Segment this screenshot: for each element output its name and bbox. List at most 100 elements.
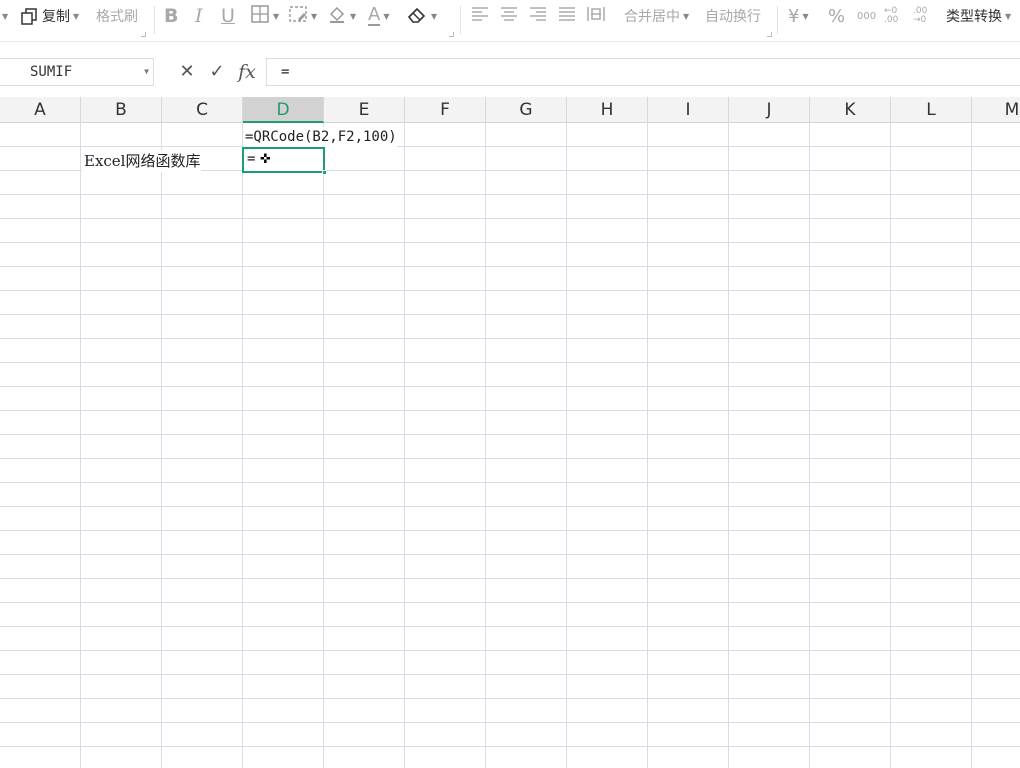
merge-center-label: 合并居中 (624, 9, 680, 25)
cell-style-button[interactable]: ▼ (288, 4, 317, 28)
percent-button[interactable]: % (828, 4, 845, 28)
copy-icon (20, 7, 38, 25)
cell-style-icon (288, 4, 308, 28)
chevron-down-icon: ▼ (383, 11, 390, 21)
borders-button[interactable]: ▼ (250, 4, 279, 28)
fx-icon: fx (238, 61, 256, 83)
name-box[interactable]: SUMIF ▼ (0, 58, 154, 86)
bold-label: B (164, 5, 179, 27)
column-header-label: L (926, 100, 936, 120)
dialog-launcher-icon[interactable] (141, 32, 146, 37)
column-header-label: I (685, 100, 691, 120)
chevron-down-icon: ▼ (2, 11, 9, 21)
formula-input-value: = (281, 64, 290, 80)
decrease-decimal-button[interactable]: .00 →0 (913, 4, 937, 28)
underline-label: U (221, 5, 235, 27)
currency-button[interactable]: ¥ ▼ (788, 4, 809, 28)
type-convert-button[interactable]: 类型转换 ▼ (946, 4, 1011, 28)
check-icon: ✓ (209, 61, 225, 82)
fill-color-button[interactable]: ▼ (327, 4, 356, 28)
column-header-label: E (358, 100, 370, 120)
italic-button[interactable]: I (195, 4, 203, 28)
column-header-label: K (844, 100, 856, 120)
percent-label: % (828, 5, 846, 27)
align-left-button[interactable] (470, 4, 490, 28)
wrap-text-label: 自动换行 (705, 9, 761, 25)
font-color-button[interactable]: A ▼ (368, 4, 389, 28)
underline-button[interactable]: U (221, 4, 235, 28)
column-header-label: F (440, 100, 450, 120)
cell-d1[interactable]: =QRCode(B2,F2,100) (244, 127, 397, 147)
dialog-launcher-icon[interactable] (767, 32, 772, 37)
column-header-label: G (519, 100, 533, 120)
chevron-down-icon: ▼ (1005, 11, 1012, 21)
justify-button[interactable] (557, 4, 577, 28)
cancel-button[interactable]: ✕ (176, 59, 198, 85)
cell-area[interactable] (0, 123, 1020, 768)
column-header-m[interactable]: M (972, 97, 1020, 123)
column-header-label: H (600, 100, 614, 120)
column-header-f[interactable]: F (405, 97, 486, 123)
chevron-down-icon: ▼ (802, 11, 809, 21)
wrap-text-button[interactable]: 自动换行 (705, 4, 761, 28)
chevron-down-icon: ▼ (350, 11, 357, 21)
column-header-i[interactable]: I (648, 97, 729, 123)
column-header-g[interactable]: G (486, 97, 567, 123)
distribute-button[interactable] (586, 4, 606, 28)
formula-input[interactable]: = (266, 58, 1020, 86)
justify-icon (557, 5, 577, 27)
chevron-down-icon: ▼ (273, 11, 280, 21)
chevron-down-icon: ▼ (683, 11, 690, 21)
increase-decimal-button[interactable]: ←0 .00 (884, 4, 908, 28)
thousands-separator-button[interactable]: 000 (857, 4, 876, 28)
align-center-button[interactable] (499, 4, 519, 28)
column-header-label: A (34, 100, 46, 120)
clear-button[interactable]: ▼ (406, 4, 437, 28)
insert-function-button[interactable]: fx (234, 59, 260, 85)
chevron-down-icon: ▼ (431, 11, 438, 21)
column-header-row: A B C D E F G H I J K L M (0, 97, 1020, 123)
divider (460, 6, 461, 34)
cell-b2[interactable]: Excel网络函数库 (82, 150, 201, 172)
column-header-j[interactable]: J (729, 97, 810, 123)
thousands-label: 000 (857, 10, 877, 22)
chevron-down-icon[interactable]: ▼ (144, 59, 149, 85)
column-header-k[interactable]: K (810, 97, 891, 123)
paste-dropdown[interactable]: ▼ (0, 4, 8, 28)
merge-center-button[interactable]: 合并居中 ▼ (624, 4, 689, 28)
format-painter-label: 格式刷 (96, 9, 138, 25)
divider (777, 6, 778, 34)
column-header-d[interactable]: D (243, 97, 324, 123)
format-painter-button[interactable]: 格式刷 (96, 4, 138, 28)
currency-label: ¥ (788, 5, 800, 27)
align-right-button[interactable] (528, 4, 548, 28)
close-icon: ✕ (179, 61, 195, 82)
column-header-c[interactable]: C (162, 97, 243, 123)
type-convert-label: 类型转换 (946, 9, 1002, 25)
column-header-l[interactable]: L (891, 97, 972, 123)
name-box-value: SUMIF (30, 64, 73, 80)
column-header-e[interactable]: E (324, 97, 405, 123)
active-cell-d2[interactable]: = ✜ (242, 147, 327, 175)
bold-button[interactable]: B (164, 4, 178, 28)
align-left-icon (470, 5, 490, 27)
fill-handle[interactable] (322, 170, 327, 175)
column-header-a[interactable]: A (0, 97, 81, 123)
cell-cursor-icon: ✜ (260, 152, 271, 167)
column-header-label: J (766, 100, 772, 120)
align-center-icon (499, 5, 519, 27)
dialog-launcher-icon[interactable] (449, 32, 454, 37)
copy-button[interactable]: 复制 ▼ (20, 4, 79, 28)
column-header-b[interactable]: B (81, 97, 162, 123)
column-header-h[interactable]: H (567, 97, 648, 123)
column-header-label: D (276, 100, 290, 120)
chevron-down-icon: ▼ (73, 11, 80, 21)
copy-label: 复制 (42, 9, 70, 25)
active-cell-value: = (247, 151, 256, 167)
column-header-label: C (196, 100, 208, 120)
align-right-icon (528, 5, 548, 27)
column-header-label: B (115, 100, 127, 120)
chevron-down-icon: ▼ (311, 11, 318, 21)
confirm-button[interactable]: ✓ (206, 59, 228, 85)
formula-bar: SUMIF ▼ ✕ ✓ fx = (0, 42, 1020, 97)
